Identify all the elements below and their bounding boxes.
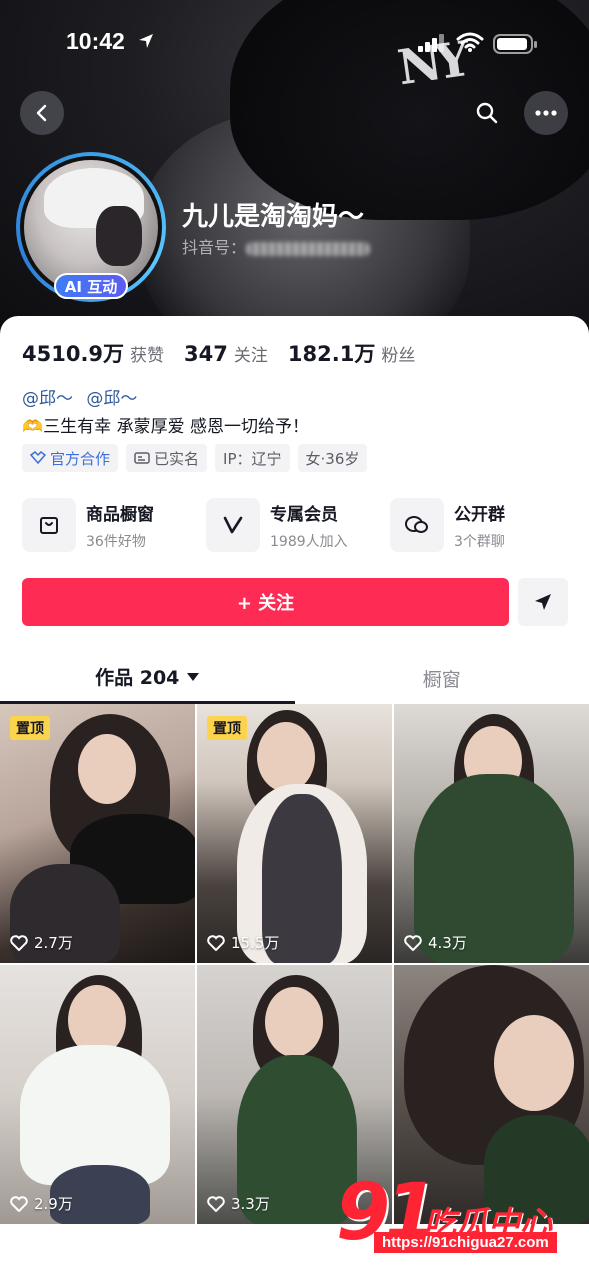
service-subtitle: 1989人加入 — [270, 533, 348, 550]
tag-verified[interactable]: 已实名 — [126, 444, 208, 472]
service-entries: 商品橱窗 36件好物 专属会员 1989人加入 公开群 3个群聊 — [22, 498, 570, 552]
follow-button[interactable]: + 关注 — [22, 578, 509, 626]
heart-icon — [404, 934, 422, 951]
bio-text: 🫶三生有幸 承蒙厚爱 感恩一切给予！ — [22, 417, 309, 437]
pinned-badge: 置顶 — [10, 716, 50, 740]
stat-label: 获赞 — [130, 346, 165, 366]
action-row: + 关注 — [22, 578, 568, 626]
video-likes: 4.3万 — [404, 932, 467, 953]
heart-icon — [10, 1195, 28, 1212]
search-icon — [476, 102, 498, 124]
caret-down-icon — [187, 672, 200, 681]
group-chat-icon — [390, 498, 444, 552]
heart-icon — [10, 934, 28, 951]
tab-works-label: 作品 204 — [95, 667, 180, 689]
tag-gender-age: 女·36岁 — [297, 444, 368, 472]
stat-followers[interactable]: 182.1万 粉丝 — [288, 338, 415, 368]
watermark-url: https://91chigua27.com — [374, 1232, 557, 1253]
content-tabs: 作品 204 橱窗 — [0, 652, 589, 704]
location-arrow-icon — [137, 32, 155, 54]
video-grid: 置顶 2.7万 置顶 15.5万 4.3万 2.9万 3.3万 — [0, 704, 589, 1224]
stat-label: 粉丝 — [381, 346, 416, 366]
tab-shop-window[interactable]: 橱窗 — [295, 652, 589, 704]
service-title: 公开群 — [454, 504, 505, 525]
tab-shop-label: 橱窗 — [422, 668, 461, 691]
douyin-id-redacted — [246, 241, 371, 256]
profile-panel: 4510.9万 获赞 347 关注 182.1万 粉丝 @邱～ @邱～ 🫶三生有… — [0, 316, 589, 1280]
service-vip-membership[interactable]: 专属会员 1989人加入 — [206, 498, 386, 552]
id-card-icon — [134, 452, 150, 464]
tag-ip-location: IP：辽宁 — [215, 444, 290, 472]
status-time: 10:42 — [66, 28, 125, 54]
battery-icon — [493, 34, 537, 54]
stat-number: 4510.9万 — [22, 342, 125, 366]
more-dots-icon — [535, 110, 557, 116]
stat-number: 182.1万 — [287, 342, 376, 366]
stat-number: 347 — [184, 342, 228, 366]
profile-stats: 4510.9万 获赞 347 关注 182.1万 粉丝 — [22, 338, 435, 368]
wifi-icon — [456, 32, 484, 56]
service-title: 商品橱窗 — [86, 504, 154, 525]
profile-tags: 官方合作 已实名 IP：辽宁 女·36岁 — [22, 444, 375, 472]
send-arrow-icon — [535, 594, 551, 610]
stat-label: 关注 — [233, 346, 268, 366]
chevron-left-icon — [36, 104, 47, 122]
back-button[interactable] — [20, 91, 64, 135]
more-button[interactable] — [524, 91, 568, 135]
profile-nickname: 九儿是淘淘妈～ — [182, 202, 365, 232]
heart-icon — [207, 934, 225, 951]
status-bar: 10:42 — [0, 0, 589, 88]
douyin-id[interactable]: 抖音号： — [182, 234, 371, 258]
video-likes: 3.3万 — [207, 1193, 270, 1214]
search-button[interactable] — [465, 91, 509, 135]
stat-likes[interactable]: 4510.9万 获赞 — [22, 338, 164, 368]
video-thumbnail[interactable]: 置顶 2.7万 — [0, 704, 195, 963]
mention-link[interactable]: @邱～ — [86, 389, 137, 409]
video-thumbnail[interactable]: 置顶 15.5万 — [197, 704, 392, 963]
site-watermark: 91 吃瓜中心 https://91chigua27.com — [330, 1168, 589, 1268]
service-subtitle: 36件好物 — [86, 533, 146, 550]
video-thumbnail[interactable]: 4.3万 — [394, 704, 589, 963]
cellular-signal-icon — [418, 34, 446, 56]
shopping-bag-icon — [22, 498, 76, 552]
service-subtitle: 3个群聊 — [454, 533, 505, 550]
service-title: 专属会员 — [270, 504, 338, 525]
douyin-id-label: 抖音号： — [182, 238, 247, 257]
bio-mentions: @邱～ @邱～ — [22, 384, 145, 409]
video-thumbnail[interactable]: 2.9万 — [0, 965, 195, 1224]
video-likes: 2.9万 — [10, 1193, 73, 1214]
share-button[interactable] — [518, 578, 568, 626]
heart-icon — [207, 1195, 225, 1212]
tag-official-cooperation[interactable]: 官方合作 — [22, 444, 119, 472]
stat-following[interactable]: 347 关注 — [184, 341, 268, 366]
service-public-group[interactable]: 公开群 3个群聊 — [390, 498, 570, 552]
handshake-icon — [30, 451, 46, 465]
vip-v-icon — [206, 498, 260, 552]
service-shop-window[interactable]: 商品橱窗 36件好物 — [22, 498, 202, 552]
ai-interact-badge[interactable]: AI 互动 — [54, 273, 128, 299]
tab-works[interactable]: 作品 204 — [0, 652, 295, 704]
video-likes: 2.7万 — [10, 932, 73, 953]
pinned-badge: 置顶 — [207, 716, 247, 740]
mention-link[interactable]: @邱～ — [22, 389, 73, 409]
video-likes: 15.5万 — [207, 932, 279, 953]
